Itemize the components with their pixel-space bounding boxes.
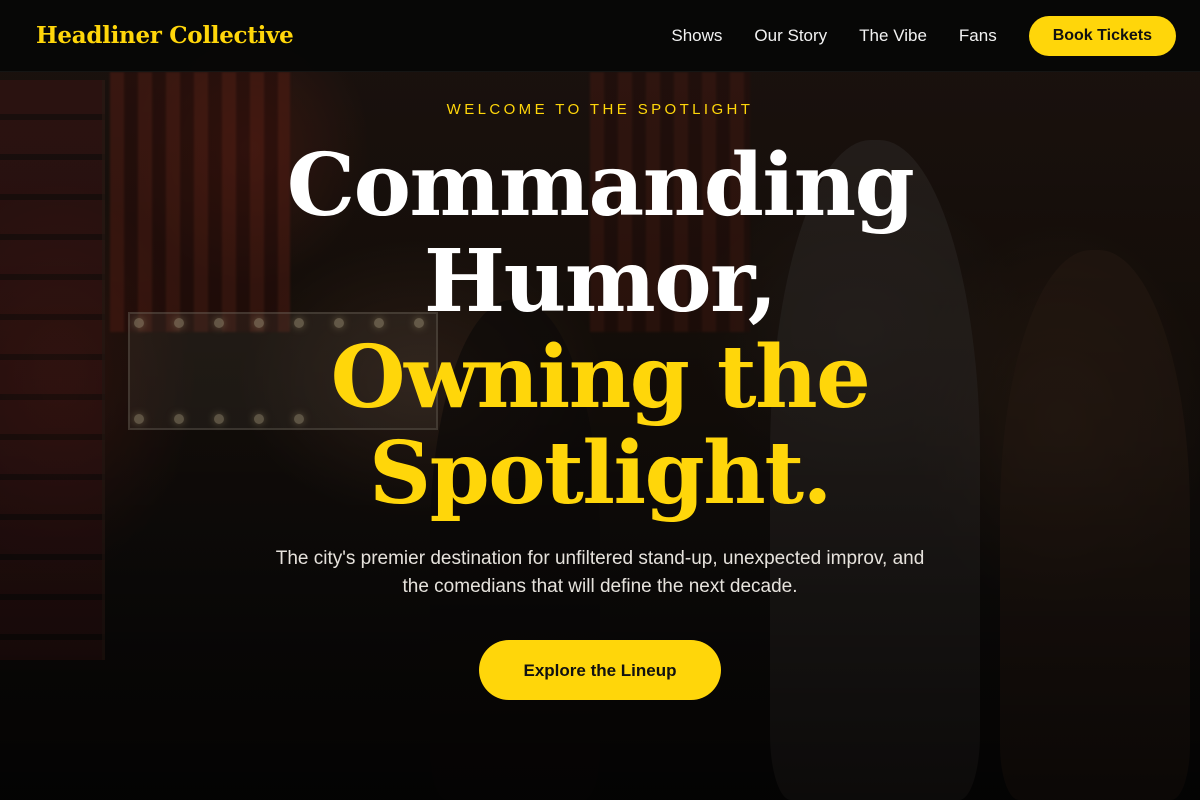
nav-links: Shows Our Story The Vibe Fans Book Ticke… <box>671 16 1176 56</box>
nav-link-fans[interactable]: Fans <box>959 26 997 46</box>
hero-headline: Commanding Humor, Owning the Spotlight. <box>150 138 1050 522</box>
book-tickets-button[interactable]: Book Tickets <box>1028 16 1176 56</box>
nav-link-the-vibe[interactable]: The Vibe <box>859 26 927 46</box>
headline-line-1: Commanding <box>286 135 915 236</box>
hero-subtitle: The city's premier destination for unfil… <box>275 548 925 597</box>
hero-section: WELCOME TO THE SPOTLIGHT Commanding Humo… <box>0 0 1200 800</box>
landing-page: Headliner Collective Shows Our Story The… <box>0 0 1200 800</box>
top-navigation: Headliner Collective Shows Our Story The… <box>0 0 1200 72</box>
headline-line-4: Spotlight. <box>369 423 833 524</box>
brand-logo[interactable]: Headliner Collective <box>36 20 294 52</box>
explore-lineup-button[interactable]: Explore the Lineup <box>479 640 721 700</box>
nav-link-our-story[interactable]: Our Story <box>754 26 827 46</box>
headline-line-2: Humor, <box>423 231 778 332</box>
hero-eyebrow: WELCOME TO THE SPOTLIGHT <box>446 101 754 118</box>
headline-line-3: Owning the <box>330 327 871 428</box>
nav-link-shows[interactable]: Shows <box>671 26 722 46</box>
